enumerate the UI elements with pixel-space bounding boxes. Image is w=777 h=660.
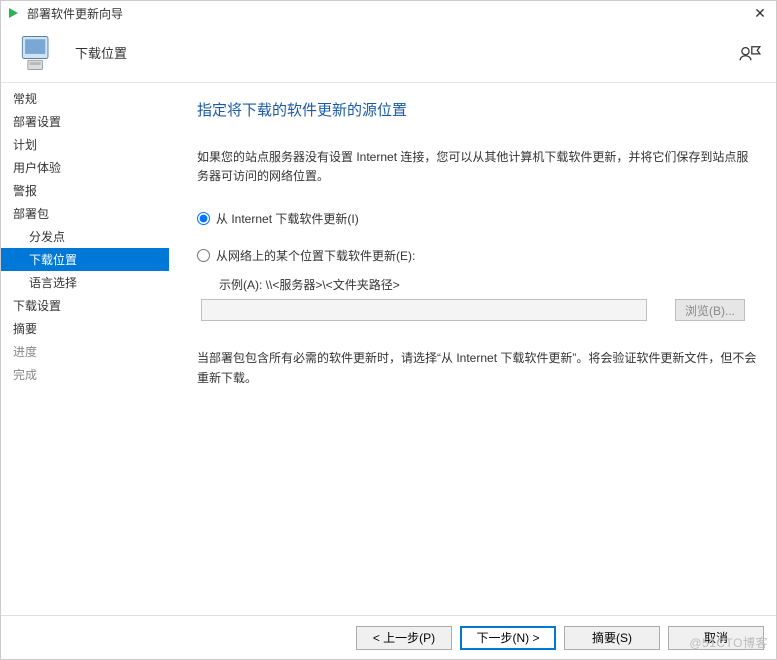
radio-download-internet-input[interactable] — [197, 212, 210, 225]
radio-download-network-input[interactable] — [197, 249, 210, 262]
sidebar-item-distpoints[interactable]: 分发点 — [1, 225, 169, 248]
network-path-input[interactable] — [201, 299, 647, 321]
sidebar-item-download-settings[interactable]: 下载设置 — [1, 294, 169, 317]
network-path-row: 浏览(B)... — [201, 299, 758, 321]
radio-download-network-label: 从网络上的某个位置下载软件更新(E): — [216, 247, 415, 264]
summary-button[interactable]: 摘要(S) — [564, 626, 660, 650]
sidebar-item-download-loc[interactable]: 下载位置 — [1, 248, 169, 271]
wizard-sidebar: 常规 部署设置 计划 用户体验 警报 部署包 分发点 下载位置 语言选择 下载设… — [1, 83, 169, 615]
sidebar-item-complete: 完成 — [1, 363, 169, 386]
next-button[interactable]: 下一步(N) > — [460, 626, 556, 650]
sidebar-item-package[interactable]: 部署包 — [1, 202, 169, 225]
sidebar-item-progress: 进度 — [1, 340, 169, 363]
content-note: 当部署包包含所有必需的软件更新时，请选择“从 Internet 下载软件更新”。… — [197, 349, 758, 387]
close-button[interactable]: ✕ — [750, 3, 770, 23]
window-title: 部署软件更新向导 — [27, 5, 123, 22]
back-button[interactable]: < 上一步(P) — [356, 626, 452, 650]
wizard-header: 下载位置 — [1, 23, 776, 83]
content-title: 指定将下载的软件更新的源位置 — [197, 93, 758, 136]
sidebar-item-alerts[interactable]: 警报 — [1, 179, 169, 202]
content-description: 如果您的站点服务器没有设置 Internet 连接，您可以从其他计算机下载软件更… — [197, 136, 758, 196]
browse-button[interactable]: 浏览(B)... — [675, 299, 745, 321]
wizard-body: 常规 部署设置 计划 用户体验 警报 部署包 分发点 下载位置 语言选择 下载设… — [1, 83, 776, 615]
feedback-icon[interactable] — [738, 43, 762, 63]
page-heading: 下载位置 — [75, 43, 127, 62]
sidebar-item-ux[interactable]: 用户体验 — [1, 156, 169, 179]
sidebar-item-general[interactable]: 常规 — [1, 87, 169, 110]
example-label: 示例(A): \\<服务器>\<文件夹路径> — [219, 276, 758, 293]
sidebar-item-deploy-settings[interactable]: 部署设置 — [1, 110, 169, 133]
cancel-button[interactable]: 取消 — [668, 626, 764, 650]
wizard-content: 指定将下载的软件更新的源位置 如果您的站点服务器没有设置 Internet 连接… — [169, 83, 776, 615]
sidebar-item-languages[interactable]: 语言选择 — [1, 271, 169, 294]
wizard-footer: < 上一步(P) 下一步(N) > 摘要(S) 取消 — [1, 615, 776, 659]
computer-icon — [15, 31, 59, 75]
sidebar-item-summary[interactable]: 摘要 — [1, 317, 169, 340]
radio-download-internet[interactable]: 从 Internet 下载软件更新(I) — [197, 210, 758, 227]
titlebar: 部署软件更新向导 ✕ — [1, 1, 776, 23]
wizard-arrow-icon — [7, 6, 21, 20]
sidebar-item-schedule[interactable]: 计划 — [1, 133, 169, 156]
radio-download-internet-label: 从 Internet 下载软件更新(I) — [216, 210, 359, 227]
radio-download-network[interactable]: 从网络上的某个位置下载软件更新(E): — [197, 247, 758, 264]
